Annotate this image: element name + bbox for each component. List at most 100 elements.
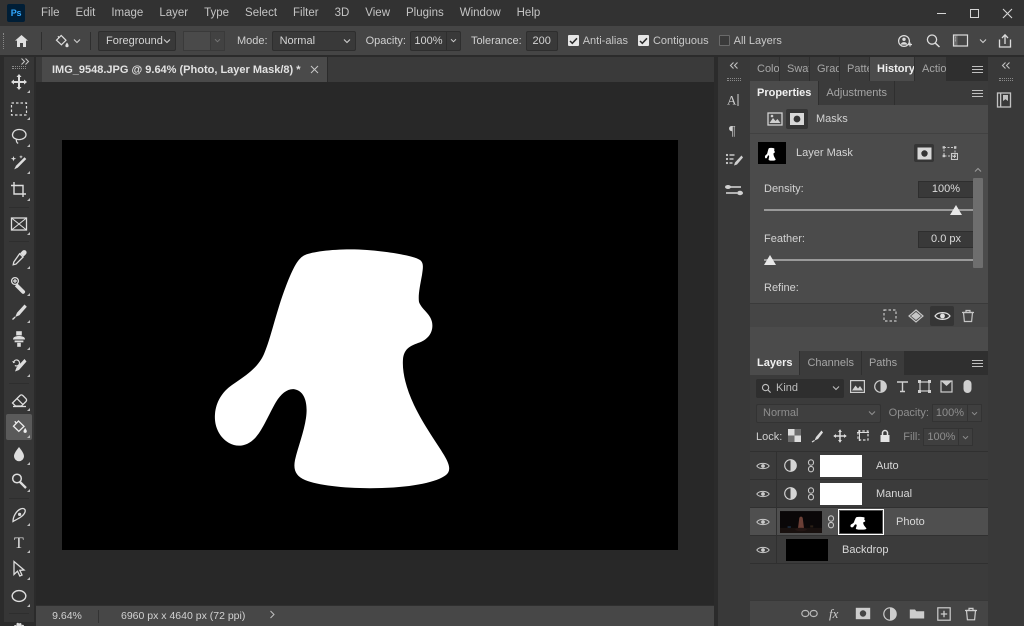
panel-menu-icon[interactable] [966, 81, 988, 105]
status-expand-icon[interactable] [269, 610, 276, 622]
zoom-level[interactable]: 9.64% [36, 610, 98, 622]
vector-mask-icon[interactable] [786, 109, 808, 129]
canvas-area[interactable] [36, 82, 714, 605]
layer-style-fx-icon[interactable]: fx [825, 603, 847, 625]
link-layers-icon[interactable] [798, 603, 820, 625]
move-tool[interactable] [6, 69, 32, 95]
density-slider-knob[interactable] [950, 205, 962, 215]
spot-healing-brush-tool[interactable] [6, 272, 32, 298]
workspace-icon[interactable] [948, 29, 974, 53]
eyedropper-tool[interactable] [6, 245, 32, 271]
opacity-chevron[interactable] [446, 31, 461, 51]
menu-item-type[interactable]: Type [196, 3, 237, 23]
lock-transparent-pixels-icon[interactable] [788, 429, 801, 445]
lock-all-icon[interactable] [879, 429, 891, 446]
layer-mask-thumbnail[interactable] [758, 142, 786, 164]
layer-mask-thumbnail[interactable] [820, 455, 862, 477]
libraries-panel-icon[interactable] [988, 85, 1020, 115]
layer-thumbnail[interactable] [777, 511, 823, 533]
load-selection-icon[interactable] [878, 306, 902, 326]
panel-menu-icon[interactable] [966, 351, 988, 375]
tab-patte[interactable]: Patte [840, 57, 870, 81]
filter-pixel-icon[interactable] [850, 380, 865, 396]
fill-source-select[interactable]: Foreground [98, 31, 176, 51]
filter-toggle-icon[interactable] [962, 379, 973, 397]
layer-row-manual[interactable]: Manual [750, 480, 988, 508]
tab-actio[interactable]: Actio [915, 57, 947, 81]
maximize-button[interactable] [958, 0, 991, 26]
fill-value[interactable]: 100% [923, 428, 959, 446]
adjustment-layer-icon[interactable] [777, 487, 803, 500]
layer-row-photo[interactable]: Photo [750, 508, 988, 536]
layer-visibility-toggle[interactable] [750, 489, 776, 499]
search-icon[interactable] [920, 29, 946, 53]
fill-chevron[interactable] [959, 428, 973, 446]
type-tool[interactable]: T [6, 529, 32, 555]
history-brush-tool[interactable] [6, 353, 32, 379]
menu-item-view[interactable]: View [357, 3, 398, 23]
antialias-checkbox[interactable]: Anti-alias [568, 35, 628, 47]
new-adjustment-layer-icon[interactable] [879, 603, 901, 625]
menu-item-3d[interactable]: 3D [327, 3, 358, 23]
contiguous-checkbox[interactable]: Contiguous [638, 35, 709, 47]
new-layer-icon[interactable] [933, 603, 955, 625]
density-value[interactable]: 100% [918, 181, 974, 198]
eraser-tool[interactable] [6, 387, 32, 413]
menu-item-image[interactable]: Image [103, 3, 151, 23]
properties-scrollbar[interactable] [972, 164, 984, 319]
menu-item-filter[interactable]: Filter [285, 3, 327, 23]
menu-item-layer[interactable]: Layer [151, 3, 196, 23]
far-rail-collapse-button[interactable] [988, 57, 1024, 73]
lock-image-pixels-icon[interactable] [810, 429, 824, 446]
filter-shape-icon[interactable] [918, 380, 931, 396]
tab-grad[interactable]: Grad [810, 57, 840, 81]
adjustment-layer-icon[interactable] [777, 459, 803, 472]
menu-item-help[interactable]: Help [509, 3, 549, 23]
options-bar-grip[interactable] [0, 26, 8, 56]
paint-bucket-tool[interactable] [6, 414, 32, 440]
tab-swat[interactable]: Swat [780, 57, 810, 81]
lock-artboard-icon[interactable] [856, 429, 870, 445]
apply-mask-icon[interactable] [904, 306, 928, 326]
layer-opacity-chevron[interactable] [968, 404, 982, 422]
add-layer-mask-icon[interactable] [852, 603, 874, 625]
menu-item-select[interactable]: Select [237, 3, 285, 23]
clone-stamp-tool[interactable] [6, 326, 32, 352]
dodge-tool[interactable] [6, 468, 32, 494]
tab-properties[interactable]: Properties [750, 81, 819, 105]
mask-transform-icon[interactable] [940, 144, 960, 162]
path-selection-tool[interactable] [6, 556, 32, 582]
menu-item-window[interactable]: Window [452, 3, 509, 23]
workspace-chevron-down-icon[interactable] [976, 29, 990, 53]
scrollbar-thumb[interactable] [973, 178, 983, 268]
all-layers-checkbox[interactable]: All Layers [719, 35, 782, 47]
filter-kind-select[interactable]: Kind [756, 379, 844, 398]
layer-row-auto[interactable]: Auto [750, 452, 988, 480]
tool-preset-picker[interactable] [49, 30, 83, 52]
share-user-icon[interactable] [892, 29, 918, 53]
document-canvas[interactable] [62, 140, 678, 550]
feather-slider-knob[interactable] [764, 255, 776, 265]
layer-opacity-value[interactable]: 100% [932, 404, 968, 422]
layer-thumbnail[interactable] [786, 539, 828, 561]
layer-visibility-toggle[interactable] [750, 517, 776, 527]
close-icon[interactable] [309, 64, 321, 76]
hand-tool[interactable] [6, 617, 32, 626]
new-group-icon[interactable] [906, 603, 928, 625]
opacity-control[interactable]: 100% [410, 31, 461, 51]
scroll-up-icon[interactable] [972, 164, 984, 176]
toolbar-collapse-button[interactable] [4, 57, 34, 66]
menu-item-edit[interactable]: Edit [68, 3, 104, 23]
menu-item-file[interactable]: File [33, 3, 68, 23]
blend-mode-select[interactable]: Normal [756, 404, 881, 423]
toggle-mask-visibility-icon[interactable] [930, 306, 954, 326]
export-icon[interactable] [992, 29, 1018, 53]
lock-position-icon[interactable] [833, 429, 847, 446]
link-mask-icon[interactable] [803, 487, 819, 501]
ellipse-tool[interactable] [6, 583, 32, 609]
select-mask-icon[interactable] [914, 144, 934, 162]
home-button[interactable] [8, 30, 34, 52]
layer-mask-thumbnail[interactable] [820, 483, 862, 505]
brush-settings-icon[interactable] [718, 145, 750, 175]
rectangular-marquee-tool[interactable] [6, 96, 32, 122]
